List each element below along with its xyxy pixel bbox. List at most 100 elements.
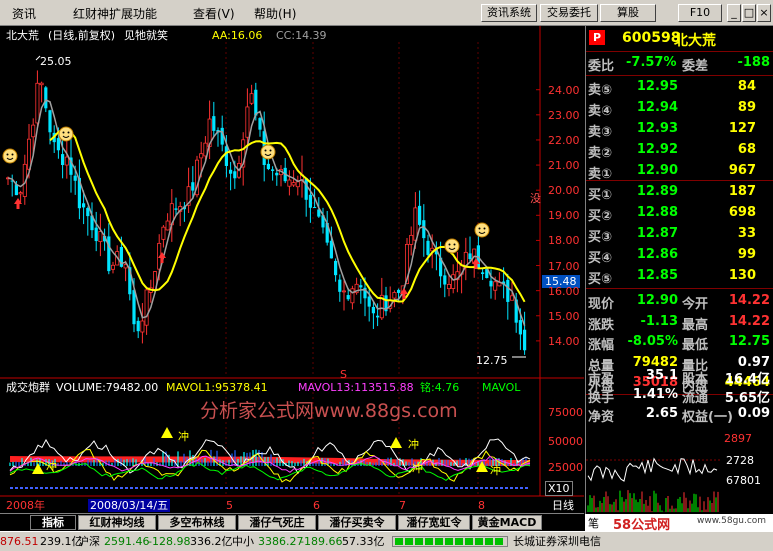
candle-body (418, 205, 422, 225)
ma-short-line (7, 99, 526, 327)
zhongxiao-label: 中小 (232, 535, 254, 548)
chart-canvas[interactable] (0, 26, 584, 514)
smiley-icon (58, 126, 74, 142)
stat-row: 涨幅 -8.05% 最低 12.75 (586, 332, 773, 353)
candle-body (14, 184, 18, 196)
candle-body (44, 87, 48, 109)
smiley-eye-icon (483, 227, 486, 230)
menu-extension[interactable]: 红财神扩展功能 (73, 5, 157, 22)
quote-panel: P 600598 北大荒 委比 -7.57% 委差 -188 卖⑤ 12.95 84… (585, 26, 773, 514)
kline-chart[interactable]: 北大荒 (日线,前复权) 见牠就笑 AA:16.06 CC:14.39 25.0… (0, 26, 584, 514)
bid-label: 买⑤ (588, 272, 613, 287)
ask-volume: 127 (728, 121, 756, 136)
stat-label: 最低 (682, 338, 709, 353)
signal-segment (465, 538, 473, 545)
menu-view[interactable]: 查看(V) (193, 5, 235, 22)
signal-segment (425, 538, 433, 545)
signal-segment (395, 538, 403, 545)
candle-body (291, 182, 296, 186)
menu-help[interactable]: 帮助(H) (254, 5, 296, 22)
tab-hongcaishen-ma[interactable]: 红财神均线 (78, 515, 156, 530)
ask-row: 卖② 12.92 68 (586, 140, 773, 161)
price-axis-label: 14.00 (548, 334, 580, 348)
indicator-tabs: 指标 红财神均线 多空布林线 潘仔气死庄 潘仔买卖令 潘仔宽虹令 黄金MACD (0, 513, 584, 530)
status-bar: 876.51 239.1亿 沪深 2591.46 -128.98 336.2亿 … (0, 531, 773, 551)
zhongxiao-value: 3386.27 (258, 535, 304, 548)
menu-bar: 资讯 红财神扩展功能 查看(V) 帮助(H) 资讯系统 交易委托 算股 F10 … (0, 0, 773, 26)
volume-value: VOLUME:79482.00 (56, 381, 159, 394)
fund-value: 0.09 (737, 406, 770, 421)
candle-body (443, 275, 447, 285)
tab-indicator[interactable]: 指标 (30, 515, 76, 530)
tab-bollinger[interactable]: 多空布林线 (158, 515, 236, 530)
candle-body (334, 260, 338, 276)
candle-body (132, 290, 136, 325)
ask-label: 卖③ (588, 125, 613, 140)
ask-price: 12.90 (636, 163, 678, 178)
price-axis-label: 19.00 (548, 209, 580, 223)
menu-zixun[interactable]: 资讯 (12, 5, 36, 22)
candle-body (493, 281, 498, 291)
bid-price: 12.86 (636, 247, 678, 262)
smiley-eye-icon (478, 227, 481, 230)
ming-value: 铭:4.76 (420, 381, 460, 394)
bid-label: 买④ (588, 251, 613, 266)
chong-label: 冲 (412, 462, 423, 475)
x-axis-month: 8 (478, 499, 485, 512)
candle-body (338, 279, 342, 292)
candle-body (371, 306, 375, 314)
cc-value: CC:14.39 (276, 29, 327, 42)
volume-title: 成交炮群 (6, 381, 50, 394)
smiley-eye-icon (11, 153, 14, 156)
close-icon[interactable]: × (757, 4, 771, 22)
candle-body (287, 179, 292, 187)
candle-body (341, 290, 346, 293)
ask-volume: 967 (728, 163, 756, 178)
candle-body (199, 153, 204, 159)
chart-note: 见牠就笑 (124, 29, 168, 42)
x-axis-date[interactable]: 2008/03/14/五 (88, 499, 171, 512)
candle-body (506, 279, 510, 302)
minimize-icon[interactable]: _ (727, 4, 741, 22)
index1-value: 876.51 (0, 535, 39, 548)
signal-segment (475, 538, 483, 545)
candle-body (518, 320, 522, 335)
signal-bar (392, 536, 508, 547)
candle-body (48, 110, 52, 133)
f10-button[interactable]: F10 (678, 4, 722, 22)
tab-maimailing[interactable]: 潘仔买卖令 (318, 515, 396, 530)
mavol1-value: MAVOL1:95378.41 (166, 381, 268, 394)
candle-body (174, 208, 178, 210)
candle-body (275, 172, 279, 176)
chart-period: (日线,前复权) (48, 29, 116, 42)
candle-body (111, 264, 116, 270)
logo-text: 58公式网 (613, 518, 671, 533)
smiley-eye-icon (62, 131, 65, 134)
stat-value: 14.22 (728, 313, 770, 329)
ask-price: 12.94 (636, 100, 678, 115)
ask-label: 卖② (588, 146, 613, 161)
trade-button[interactable]: 交易委托 (540, 4, 598, 22)
maximize-icon[interactable]: □ (742, 4, 756, 22)
candle-body (26, 138, 31, 170)
signal-segment (495, 538, 503, 545)
tab-golden-macd[interactable]: 黄金MACD (472, 515, 542, 530)
candle-body (86, 208, 90, 217)
bid-row: 买③ 12.87 33 (586, 224, 773, 245)
p-badge-icon: P (589, 30, 605, 45)
s-marker: S (340, 368, 347, 381)
ask-label: 卖④ (588, 104, 613, 119)
tab-qisizhuang[interactable]: 潘仔气死庄 (238, 515, 316, 530)
candle-body (308, 194, 312, 208)
candle-body (144, 289, 149, 326)
fund-label: 净资 (588, 410, 615, 425)
candle-body (359, 285, 363, 288)
stat-label: 最高 (682, 317, 709, 333)
info-system-button[interactable]: 资讯系统 (481, 4, 537, 22)
ask-row: 卖④ 12.94 89 (586, 98, 773, 119)
stock-code: 600598 (622, 30, 681, 46)
candle-body (229, 169, 233, 174)
suangu-button[interactable]: 算股 (600, 4, 656, 22)
tab-kuanhongling[interactable]: 潘仔宽虹令 (398, 515, 470, 530)
candle-body (39, 82, 44, 86)
